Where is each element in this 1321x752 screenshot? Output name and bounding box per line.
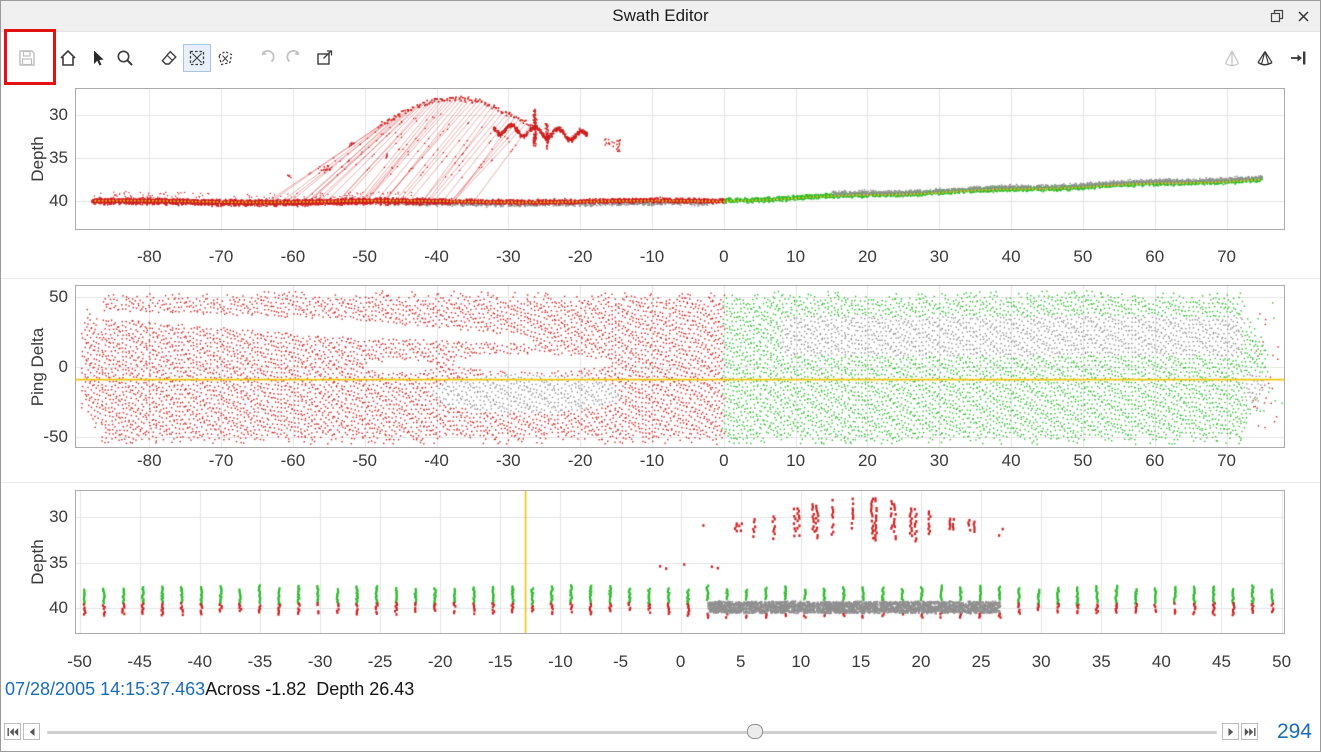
x-tick-label: 10 [766, 247, 826, 267]
x-tick-label: -70 [191, 247, 251, 267]
x-tick-label: 60 [1125, 247, 1185, 267]
ping-timestamp: 07/28/2005 14:15:37.463 [5, 679, 205, 700]
x-tick-label: 30 [1011, 652, 1071, 672]
x-tick-label: -5 [591, 652, 651, 672]
x-tick-label: 20 [891, 652, 951, 672]
x-tick-label: 40 [981, 451, 1041, 471]
x-tick-label: -80 [119, 451, 179, 471]
previous-ping-button[interactable] [23, 723, 40, 740]
x-tick-label: -30 [290, 652, 350, 672]
x-tick-label: -25 [350, 652, 410, 672]
x-tick-label: 20 [837, 247, 897, 267]
single-ping-plot[interactable] [75, 490, 1285, 634]
ping-slider-thumb[interactable] [747, 724, 763, 739]
first-ping-button[interactable] [4, 723, 21, 740]
x-tick-label: 45 [1191, 652, 1251, 672]
x-tick-label: -20 [550, 247, 610, 267]
x-tick-label: -60 [263, 247, 323, 267]
y-tick-label: 35 [18, 553, 68, 573]
x-tick-label: 10 [771, 652, 831, 672]
x-tick-label: -10 [622, 451, 682, 471]
x-tick-label: -40 [407, 451, 467, 471]
x-tick-label: 25 [951, 652, 1011, 672]
x-tick-label: -60 [263, 451, 323, 471]
x-tick-label: 0 [694, 451, 754, 471]
x-tick-label: 10 [766, 451, 826, 471]
x-tick-label: -10 [622, 247, 682, 267]
depth-profile-plot[interactable] [75, 88, 1285, 230]
x-tick-label: 50 [1053, 451, 1113, 471]
x-tick-label: 70 [1197, 247, 1257, 267]
x-tick-label: -50 [50, 652, 110, 672]
x-tick-label: -45 [110, 652, 170, 672]
x-tick-label: -40 [170, 652, 230, 672]
x-tick-label: 30 [909, 451, 969, 471]
x-tick-label: -70 [191, 451, 251, 471]
x-tick-label: 70 [1197, 451, 1257, 471]
x-tick-label: -30 [478, 451, 538, 471]
x-tick-label: 0 [694, 247, 754, 267]
x-tick-label: -50 [335, 451, 395, 471]
x-tick-label: 15 [831, 652, 891, 672]
x-tick-label: 50 [1053, 247, 1113, 267]
x-tick-label: 40 [1131, 652, 1191, 672]
status-bar: 07/28/2005 14:15:37.463Across -1.82 Dept… [5, 679, 414, 703]
x-tick-label: -10 [530, 652, 590, 672]
x-tick-label: -20 [550, 451, 610, 471]
next-ping-button[interactable] [1222, 723, 1239, 740]
panel-divider [1, 278, 1320, 279]
x-tick-label: -15 [470, 652, 530, 672]
ping-slider-track[interactable] [47, 731, 1217, 734]
x-tick-label: 0 [651, 652, 711, 672]
y-tick-label: 50 [18, 287, 68, 307]
x-tick-label: -30 [478, 247, 538, 267]
x-tick-label: -40 [407, 247, 467, 267]
plots-area: Depth Ping Delta Depth -80-70-60-50-40-3… [1, 1, 1320, 751]
swath-editor-window: Swath Editor [0, 0, 1321, 752]
y-tick-label: 30 [18, 507, 68, 527]
y-tick-label: 40 [18, 191, 68, 211]
x-tick-label: 5 [711, 652, 771, 672]
cursor-readout: Across -1.82 Depth 26.43 [205, 679, 414, 700]
x-tick-label: 20 [837, 451, 897, 471]
x-tick-label: -35 [230, 652, 290, 672]
x-tick-label: 35 [1071, 652, 1131, 672]
panel-divider [1, 482, 1320, 483]
ping-delta-plot[interactable] [75, 285, 1285, 448]
x-tick-label: 30 [909, 247, 969, 267]
ping-navigation-bar: 294 [1, 717, 1320, 751]
x-tick-label: 50 [1252, 652, 1312, 672]
y-tick-label: 35 [18, 148, 68, 168]
x-tick-label: 60 [1125, 451, 1185, 471]
y-tick-label: 30 [18, 105, 68, 125]
y-tick-label: 40 [18, 598, 68, 618]
x-tick-label: -80 [119, 247, 179, 267]
y-tick-label: -50 [18, 427, 68, 447]
y-tick-label: 0 [18, 357, 68, 377]
x-tick-label: -50 [335, 247, 395, 267]
ping-number: 294 [1277, 720, 1312, 744]
x-tick-label: -20 [410, 652, 470, 672]
x-tick-label: 40 [981, 247, 1041, 267]
last-ping-button[interactable] [1241, 723, 1258, 740]
